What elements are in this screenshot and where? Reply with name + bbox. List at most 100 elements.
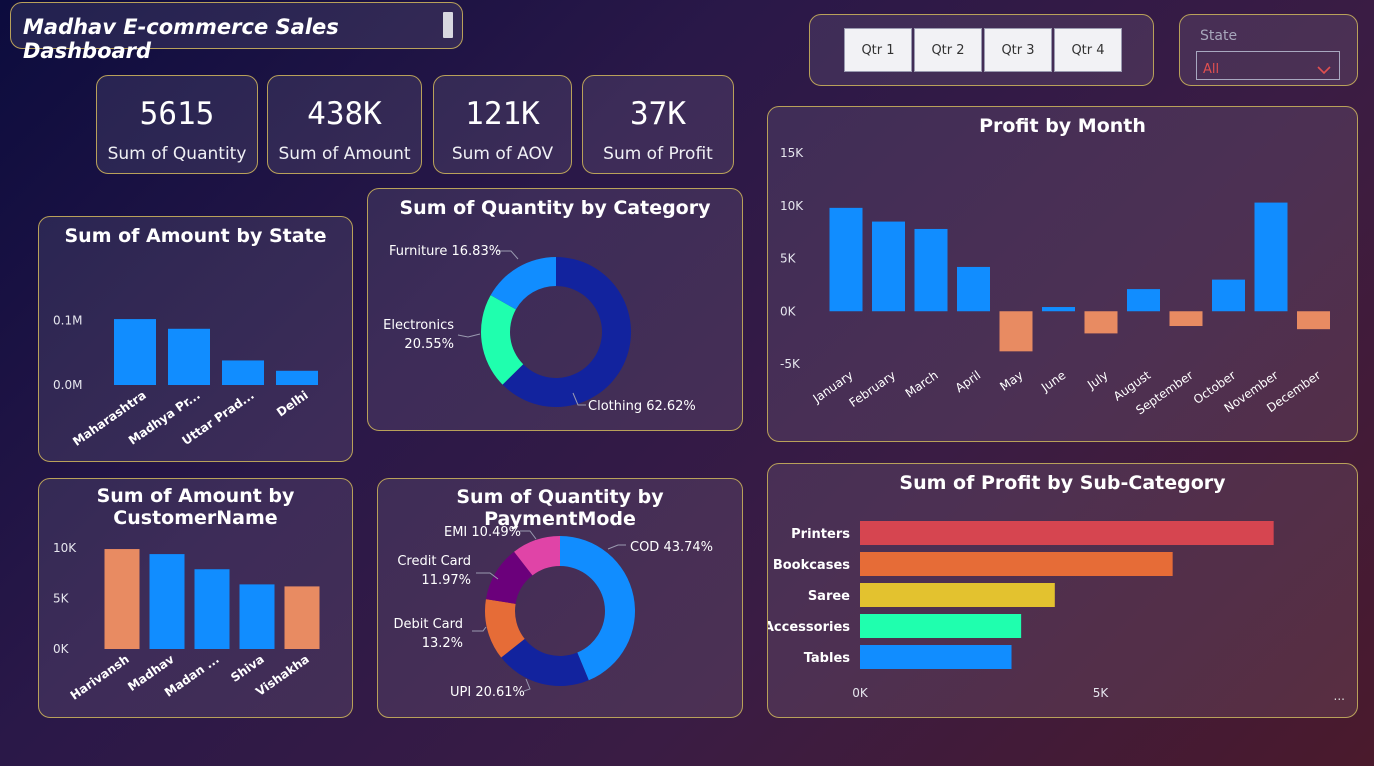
y-tick-label: 15K	[780, 146, 804, 160]
pie-label: Credit Card	[397, 554, 471, 569]
bar	[149, 554, 185, 649]
kpi-card-aov: 121K Sum of AOV	[433, 75, 572, 174]
y-tick-label: 0.1M	[53, 313, 82, 327]
bar	[1169, 311, 1203, 327]
pie-label-value: 11.97%	[421, 573, 471, 588]
state-dropdown[interactable]: All	[1196, 51, 1340, 80]
dashboard-title-panel: Madhav E-commerce Sales Dashboard	[10, 2, 463, 63]
y-tick-label: Saree	[808, 589, 850, 604]
y-tick-label: Bookcases	[773, 558, 850, 573]
x-tick-label: July	[1084, 368, 1111, 392]
y-tick-label: 5K	[53, 592, 70, 606]
bar	[957, 266, 990, 312]
kpi-value: 5615	[139, 96, 215, 132]
kpi-value: 37K	[630, 96, 686, 132]
pie-label: EMI 10.49%	[444, 525, 521, 540]
bar	[1212, 279, 1245, 312]
state-dropdown-value: All	[1203, 62, 1220, 77]
qtr-1-button[interactable]: Qtr 1	[844, 28, 912, 72]
bar	[239, 584, 275, 649]
kpi-label: Sum of Profit	[603, 144, 713, 164]
amount-by-state-panel: Sum of Amount by State 0.0M 0.1M Maharasht…	[38, 216, 353, 462]
pie-label: COD 43.74%	[630, 540, 713, 555]
leader-line	[523, 678, 531, 692]
quarter-slicer: Qtr 1 Qtr 2 Qtr 3 Qtr 4	[809, 14, 1154, 86]
pie-label-value: 20.55%	[404, 337, 454, 352]
state-filter: State All	[1179, 14, 1358, 86]
bar	[114, 319, 156, 385]
bar	[1042, 307, 1075, 312]
y-tick-label: Accessories	[768, 620, 850, 635]
quantity-by-payment-panel: Sum of Quantity by PaymentMode COD 43.74…	[377, 478, 743, 718]
quantity-by-payment-chart: COD 43.74% UPI 20.61% Debit Card 13.2% Credi…	[393, 525, 713, 700]
pie-label-value: 13.2%	[422, 636, 463, 651]
amount-by-customer-panel: Sum of Amount by CustomerName 0K 5K 10K Har…	[38, 478, 353, 718]
kpi-label: Sum of AOV	[451, 144, 554, 164]
qtr-2-button[interactable]: Qtr 2	[914, 28, 982, 72]
bar	[1084, 311, 1118, 334]
y-tick-label: 5K	[780, 252, 797, 266]
amount-by-customer-chart: 0K5K10KHarivanshMadhavMadan ... ShivaVish…	[53, 541, 320, 703]
kpi-label: Sum of Quantity	[107, 144, 247, 164]
leader-line	[607, 544, 626, 550]
quantity-by-category-panel: Sum of Quantity by Category Clothing 62.…	[367, 188, 743, 431]
amount-by-state-chart: 0.0M0.1MMaharashtraMadhya Pr...Uttar Pra…	[53, 313, 318, 449]
x-tick-label: February	[847, 368, 899, 410]
bar	[860, 521, 1274, 545]
profit-by-month-panel: Profit by Month -5K 0K 5K 10K 15K January Febr…	[767, 106, 1358, 442]
kpi-card-quantity: 5615 Sum of Quantity	[96, 75, 258, 174]
bar	[829, 207, 863, 312]
x-tick-label: Delhi	[274, 388, 311, 419]
bar	[860, 583, 1055, 607]
bar	[999, 311, 1033, 352]
pie-label: Clothing 62.62%	[588, 399, 696, 414]
quantity-by-category-chart: Clothing 62.62% Electronics 20.55% Furnitur…	[383, 244, 696, 414]
bar	[284, 586, 320, 649]
leader-line	[520, 530, 537, 540]
x-tick-label: June	[1038, 368, 1068, 395]
bar	[914, 228, 948, 312]
pie-label: Furniture 16.83%	[389, 244, 501, 259]
more-options-icon[interactable]: ...	[1334, 689, 1345, 703]
qtr-3-button[interactable]: Qtr 3	[984, 28, 1052, 72]
y-tick-label: Tables	[804, 651, 851, 666]
leader-line	[472, 626, 487, 632]
x-tick-label: Harivansh	[68, 652, 132, 703]
bar	[194, 569, 230, 649]
kpi-value: 121K	[465, 96, 540, 132]
bar	[222, 360, 264, 385]
kpi-value: 438K	[307, 96, 382, 132]
y-tick-label: 0K	[53, 642, 70, 656]
bar	[1127, 289, 1160, 312]
kpi-label: Sum of Amount	[278, 144, 411, 164]
profit-by-subcategory-panel: Sum of Profit by Sub-Category Printers Bo…	[767, 463, 1358, 718]
profit-by-month-chart: -5K0K5K10K15KJanuaryFebruary March April Ma…	[780, 146, 1330, 418]
y-tick-label: 10K	[53, 541, 77, 555]
x-tick-label: March	[903, 368, 941, 400]
y-tick-label: 0.0M	[53, 378, 82, 392]
y-tick-label: Printers	[791, 527, 850, 542]
pie-label: Electronics	[383, 318, 454, 333]
kpi-card-amount: 438K Sum of Amount	[267, 75, 422, 174]
pie-label: UPI 20.61%	[450, 685, 525, 700]
title-accent-bar	[443, 12, 453, 38]
bar	[872, 221, 905, 312]
state-filter-label: State	[1200, 28, 1238, 44]
bar	[276, 370, 318, 385]
x-tick-label: 0K	[852, 686, 869, 700]
bar	[104, 549, 140, 649]
y-tick-label: 10K	[780, 199, 804, 213]
qtr-4-button[interactable]: Qtr 4	[1054, 28, 1122, 72]
bar	[168, 328, 210, 385]
x-tick-label: May	[997, 368, 1025, 394]
bar	[860, 552, 1173, 576]
x-tick-label: 5K	[1093, 686, 1110, 700]
pie-label: Debit Card	[393, 617, 463, 632]
bar	[860, 645, 1012, 669]
y-tick-label: -5K	[780, 357, 801, 371]
dashboard-title: Madhav E-commerce Sales Dashboard	[23, 15, 339, 63]
x-tick-label: April	[953, 368, 984, 395]
y-tick-label: 0K	[780, 304, 797, 318]
x-tick-label: Shiva	[228, 652, 267, 685]
profit-by-subcategory-chart: Printers Bookcases Saree Accessories Tables 0…	[768, 521, 1274, 700]
